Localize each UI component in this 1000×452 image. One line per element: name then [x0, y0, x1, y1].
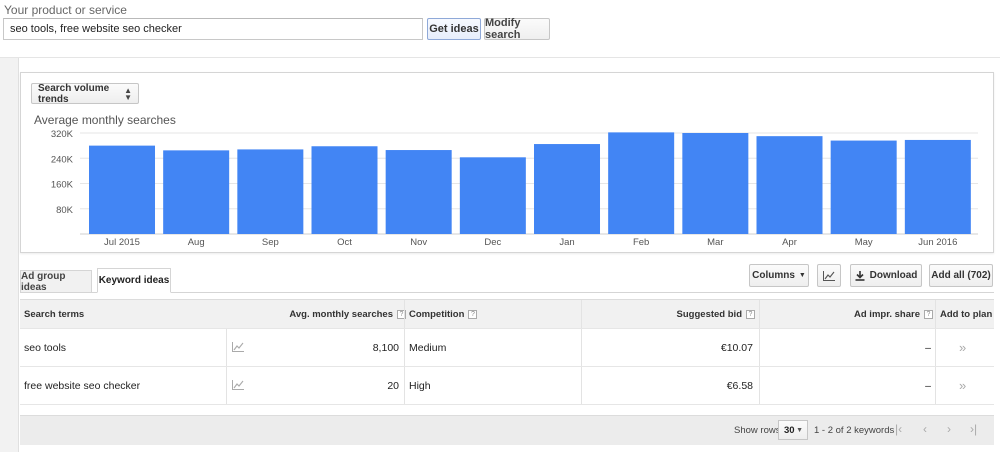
- x-tick-label: Sep: [262, 237, 279, 248]
- column-divider: [226, 329, 227, 366]
- download-button[interactable]: Download: [850, 264, 922, 287]
- header-ad-impr-share-label: Ad impr. share: [854, 308, 920, 320]
- suggested-bid-cell: €6.58: [726, 379, 753, 392]
- show-rows-label: Show rows:: [734, 425, 784, 436]
- trend-chart-icon[interactable]: [232, 342, 244, 352]
- x-tick-label: Jan: [559, 237, 574, 248]
- x-tick-label: Jun 2016: [918, 237, 957, 248]
- x-tick-label: Dec: [484, 237, 501, 248]
- next-page-icon[interactable]: ›: [947, 422, 951, 436]
- y-tick-label: 80K: [56, 205, 74, 216]
- search-term-cell: free website seo checker: [24, 379, 141, 392]
- column-divider: [935, 367, 936, 404]
- rows-per-page-value: 30: [784, 424, 795, 436]
- y-tick-label: 320K: [51, 129, 74, 140]
- bar-may[interactable]: [830, 140, 897, 234]
- table-header-row: Search terms Avg. monthly searches? Comp…: [20, 299, 994, 329]
- download-label: Download: [869, 270, 918, 281]
- help-icon[interactable]: ?: [746, 309, 755, 319]
- last-page-icon[interactable]: ›|: [970, 422, 977, 436]
- trend-chart-icon[interactable]: [232, 380, 244, 390]
- table-footer: Show rows: 30 ▼ 1 - 2 of 2 keywords |‹ ‹…: [20, 415, 994, 445]
- x-tick-label: May: [855, 237, 873, 248]
- chevron-down-icon: ▼: [798, 272, 806, 279]
- header-avg-monthly-searches[interactable]: Avg. monthly searches?: [220, 300, 406, 328]
- x-tick-label: Jul 2015: [104, 237, 140, 248]
- bar-feb[interactable]: [608, 132, 675, 234]
- bar-jun-2016[interactable]: [904, 139, 971, 234]
- column-divider: [404, 300, 405, 328]
- header-ad-impr-share[interactable]: Ad impr. share?: [759, 300, 933, 328]
- line-chart-icon: [823, 270, 835, 281]
- pagination-range: 1 - 2 of 2 keywords: [814, 425, 895, 436]
- prev-page-icon[interactable]: ‹: [923, 422, 927, 436]
- competition-cell: Medium: [409, 341, 447, 354]
- help-icon[interactable]: ?: [468, 309, 478, 319]
- header-avg-monthly-label: Avg. monthly searches: [289, 308, 393, 320]
- column-divider: [226, 367, 227, 404]
- column-divider: [935, 329, 936, 366]
- bar-apr[interactable]: [756, 136, 823, 234]
- header-suggested-bid[interactable]: Suggested bid?: [581, 300, 755, 328]
- x-tick-label: Apr: [782, 237, 797, 248]
- header-competition-label: Competition: [409, 308, 465, 320]
- x-tick-label: Nov: [410, 237, 427, 248]
- bar-jan[interactable]: [534, 144, 601, 234]
- header-add-to-plan: Add to plan: [940, 308, 993, 320]
- add-to-plan-icon[interactable]: »: [959, 329, 966, 366]
- x-tick-label: Feb: [633, 237, 649, 248]
- header-competition[interactable]: Competition?: [409, 300, 478, 328]
- column-divider: [404, 329, 405, 366]
- bar-sep[interactable]: [237, 149, 304, 234]
- bar-aug[interactable]: [163, 150, 230, 234]
- column-divider: [404, 367, 405, 404]
- suggested-bid-cell: €10.07: [720, 341, 753, 354]
- y-tick-label: 240K: [51, 154, 74, 165]
- avg-monthly-searches-cell: 20: [387, 379, 399, 392]
- trend-chart-button[interactable]: [817, 264, 841, 287]
- header-search-terms[interactable]: Search terms: [24, 300, 84, 328]
- y-tick-label: 160K: [51, 180, 74, 191]
- first-page-icon[interactable]: |‹: [895, 422, 902, 436]
- monthly-searches-chart: 80K 160K 240K 320K Jul 2015 Aug Sep Oct Nov Dec Ja…: [51, 129, 978, 248]
- bar-nov[interactable]: [385, 150, 452, 234]
- x-tick-label: Mar: [707, 237, 723, 248]
- bar-dec[interactable]: [459, 157, 526, 234]
- x-tick-label: Oct: [337, 237, 352, 248]
- rows-per-page-select[interactable]: 30 ▼: [778, 420, 808, 440]
- help-icon[interactable]: ?: [924, 309, 933, 319]
- bar-oct[interactable]: [311, 146, 378, 234]
- tab-keyword-ideas[interactable]: Keyword ideas: [97, 268, 171, 293]
- chevron-down-icon: ▼: [796, 427, 803, 434]
- columns-label: Columns: [752, 270, 795, 281]
- tab-ad-group-ideas[interactable]: Ad group ideas: [20, 270, 92, 293]
- x-tick-label: Aug: [188, 237, 205, 248]
- ad-impr-share-cell: –: [925, 379, 931, 392]
- download-icon: [855, 270, 865, 281]
- add-to-plan-icon[interactable]: »: [959, 367, 966, 404]
- avg-monthly-searches-cell: 8,100: [372, 341, 399, 354]
- competition-cell: High: [409, 379, 431, 392]
- column-divider: [935, 300, 936, 328]
- table-row: free website seo checker 20 High €6.58 –…: [20, 367, 994, 405]
- search-term-cell: seo tools: [24, 341, 67, 354]
- table-row: seo tools 8,100 Medium €10.07 – »: [20, 329, 994, 367]
- bar-mar[interactable]: [682, 133, 749, 234]
- bar-jul-2015[interactable]: [89, 145, 156, 234]
- columns-button[interactable]: Columns ▼: [749, 264, 809, 287]
- ad-impr-share-cell: –: [925, 341, 931, 354]
- add-all-button[interactable]: Add all (702): [929, 264, 993, 287]
- header-suggested-bid-label: Suggested bid: [676, 308, 742, 320]
